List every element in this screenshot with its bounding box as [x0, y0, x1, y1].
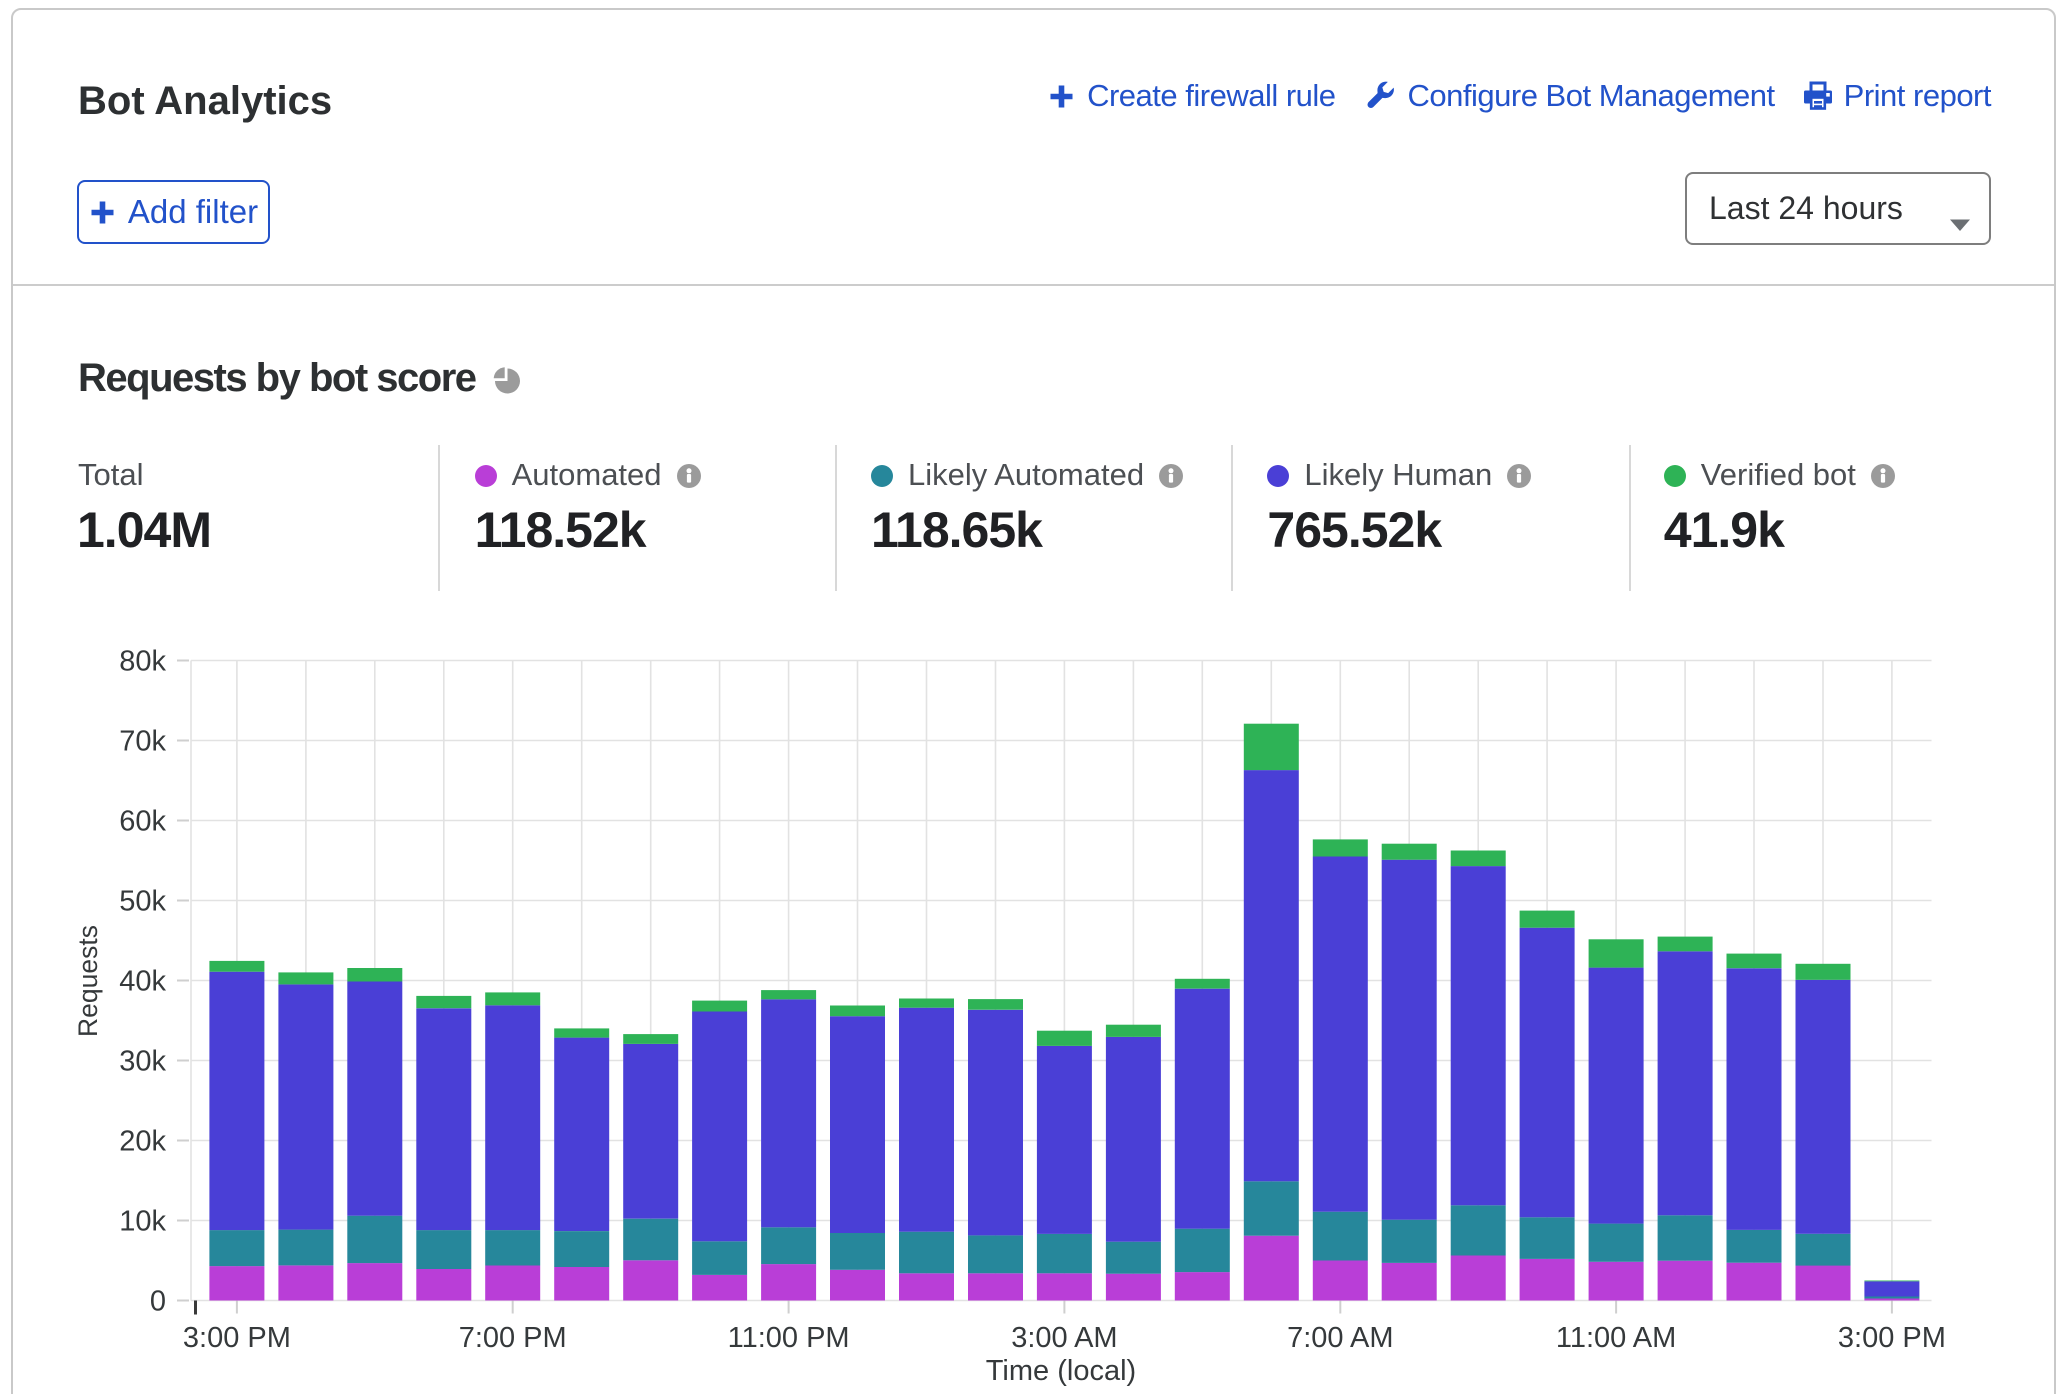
svg-text:3:00 PM: 3:00 PM: [1838, 1322, 1946, 1354]
svg-text:50k: 50k: [119, 886, 166, 918]
svg-text:Time (local): Time (local): [986, 1355, 1136, 1387]
svg-text:60k: 60k: [119, 806, 166, 838]
svg-text:3:00 PM: 3:00 PM: [183, 1322, 291, 1354]
svg-text:Requests: Requests: [73, 925, 103, 1037]
svg-text:30k: 30k: [119, 1046, 166, 1078]
svg-text:70k: 70k: [119, 726, 166, 758]
svg-text:40k: 40k: [119, 966, 166, 998]
svg-text:20k: 20k: [119, 1126, 166, 1158]
svg-text:11:00 PM: 11:00 PM: [728, 1322, 850, 1354]
svg-text:80k: 80k: [119, 646, 166, 678]
svg-text:7:00 AM: 7:00 AM: [1287, 1322, 1393, 1354]
svg-text:0: 0: [150, 1286, 166, 1318]
svg-text:3:00 AM: 3:00 AM: [1011, 1322, 1117, 1354]
svg-text:10k: 10k: [119, 1206, 166, 1238]
svg-text:7:00 PM: 7:00 PM: [459, 1322, 567, 1354]
svg-text:11:00 AM: 11:00 AM: [1556, 1322, 1676, 1354]
